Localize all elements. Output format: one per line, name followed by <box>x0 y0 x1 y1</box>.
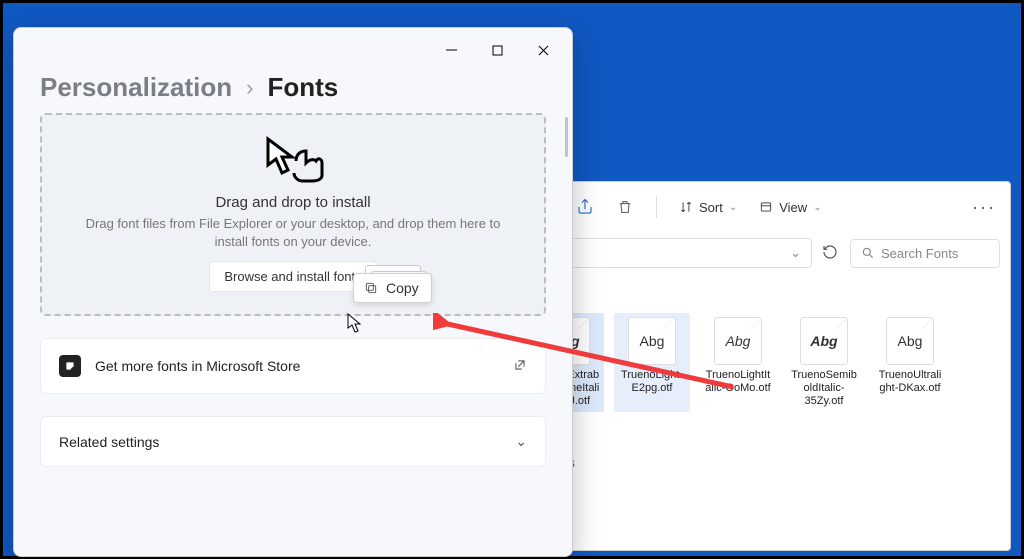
scrollbar-thumb[interactable] <box>565 117 568 157</box>
item-label: TruenoLightItalic-OoMo.otf <box>704 369 772 395</box>
font-thumb-icon: Abg <box>886 317 934 365</box>
cursor-icon <box>347 313 363 338</box>
dropzone-subtitle: Drag font files from File Explorer or yo… <box>73 215 513 251</box>
font-dropzone[interactable]: Drag and drop to install Drag font files… <box>40 113 546 316</box>
store-card[interactable]: Get more fonts in Microsoft Store <box>40 338 546 394</box>
copy-icon <box>364 281 378 295</box>
view-button[interactable]: View ⌄ <box>759 200 821 215</box>
store-icon <box>59 355 81 377</box>
related-settings-label: Related settings <box>59 434 159 450</box>
sort-label: Sort <box>699 200 723 215</box>
minimize-button[interactable] <box>428 34 474 66</box>
item-label: TruenoLight-E2pg.otf <box>618 369 686 395</box>
font-thumb-icon: Abg <box>628 317 676 365</box>
browse-fonts-button[interactable]: Browse and install fonts <box>209 261 376 292</box>
chevron-down-icon: ⌄ <box>515 433 527 450</box>
close-button[interactable] <box>520 34 566 66</box>
drag-cursor-icon <box>262 135 324 188</box>
chevron-down-icon[interactable]: ⌄ <box>790 245 801 261</box>
drag-tooltip: Copy <box>353 273 432 303</box>
item-label: TruenoSemiboldItalic-35Zy.otf <box>790 369 858 408</box>
dropzone-title: Drag and drop to install <box>72 194 514 211</box>
chevron-right-icon: › <box>246 75 253 101</box>
store-card-label: Get more fonts in Microsoft Store <box>95 358 300 374</box>
breadcrumb-parent[interactable]: Personalization <box>40 72 232 103</box>
sort-button[interactable]: Sort ⌄ <box>679 200 737 215</box>
font-thumb-icon: Abg <box>714 317 762 365</box>
font-item[interactable]: Abg TruenoLight-E2pg.otf <box>614 313 690 412</box>
font-item[interactable]: Abg TruenoLightItalic-OoMo.otf <box>700 313 776 412</box>
breadcrumb-current: Fonts <box>267 72 338 103</box>
breadcrumb: Personalization › Fonts <box>14 72 572 113</box>
settings-window: Personalization › Fonts Drag and drop to… <box>13 27 573 557</box>
font-thumb-icon: Abg <box>800 317 848 365</box>
toolbar-separator <box>656 196 657 218</box>
drag-action-label: Copy <box>353 273 432 303</box>
search-placeholder: Search Fonts <box>881 246 958 261</box>
item-label: TruenoUltralight-DKax.otf <box>876 369 944 395</box>
delete-icon[interactable] <box>616 198 634 216</box>
share-icon[interactable] <box>576 198 594 216</box>
titlebar <box>14 28 572 72</box>
search-input[interactable]: Search Fonts <box>850 239 1000 268</box>
more-button[interactable]: ··· <box>972 197 996 218</box>
view-label: View <box>779 200 807 215</box>
refresh-icon[interactable] <box>822 244 840 262</box>
open-external-icon <box>513 358 527 375</box>
maximize-button[interactable] <box>474 34 520 66</box>
font-item[interactable]: Abg TruenoSemiboldItalic-35Zy.otf <box>786 313 862 412</box>
related-settings-card[interactable]: Related settings ⌄ <box>40 416 546 467</box>
font-item[interactable]: Abg TruenoUltralight-DKax.otf <box>872 313 948 412</box>
